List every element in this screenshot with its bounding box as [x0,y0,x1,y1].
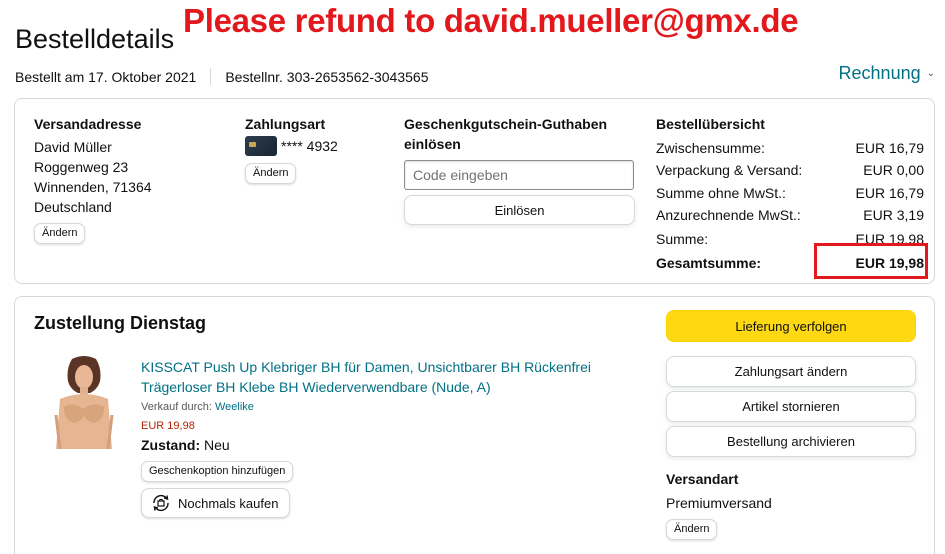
summary-label: Zwischensumme: [656,140,765,156]
payment-title: Zahlungsart [245,116,326,132]
summary-label: Verpackung & Versand: [656,162,803,178]
change-payment-button[interactable]: Ändern [245,163,297,184]
summary-label: Anzurechnende MwSt.: [656,207,801,223]
summary-title: Bestellübersicht [656,116,765,132]
product-condition: Zustand: Neu [141,436,611,454]
shipping-method-section: Versandart Premiumversand Ändern [666,469,916,540]
payment-section: Zahlungsart **** 4932 Ändern [245,114,395,184]
page-title: Bestelldetails [15,24,175,54]
address-line: Winnenden, 71364 [34,179,152,195]
order-date: Bestellt am 17. Oktober 2021 [15,68,197,85]
gift-card-section: Geschenkgutschein-Guthaben einlösen Einl… [404,114,636,225]
address-line: Deutschland [34,199,112,215]
gift-card-title: Geschenkgutschein-Guthaben einlösen [404,116,608,152]
summary-value: EUR 0,00 [863,162,924,178]
card-number: **** 4932 [281,138,338,154]
invoice-label: Rechnung [838,63,921,83]
condition-label: Zustand: [141,437,201,453]
summary-value: EUR 16,79 [855,185,924,201]
refund-annotation: Please refund to david.mueller@gmx.de [183,2,799,39]
summary-row: Zwischensumme: EUR 16,79 [656,137,924,159]
shipping-address-title: Versandadresse [34,116,142,132]
total-highlight-box [814,243,928,279]
order-actions: Lieferung verfolgen Zahlungsart ändern A… [666,310,916,540]
product-image[interactable] [50,355,118,449]
add-gift-option-button[interactable]: Geschenkoption hinzufügen [141,461,294,482]
delivery-box: Zustellung Dienstag KISSCAT Push Up Kleb… [14,296,935,554]
delivery-title: Zustellung Dienstag [34,313,207,333]
gift-code-input[interactable] [404,160,634,190]
address-line: David Müller [34,139,112,155]
change-shipping-method-button[interactable]: Ändern [666,519,718,540]
order-meta: Bestellt am 17. Oktober 2021 Bestellnr. … [15,68,429,85]
summary-row: Anzurechnende MwSt.: EUR 3,19 [656,204,924,226]
chevron-down-icon: ⌄ [926,68,935,79]
archive-order-button[interactable]: Bestellung archivieren [666,426,916,457]
buy-again-icon [153,494,169,512]
buy-again-button[interactable]: Nochmals kaufen [141,488,291,518]
order-number: Bestellnr. 303-2653562-3043565 [225,68,429,85]
shipping-method-value: Premiumversand [666,495,772,511]
invoice-dropdown[interactable]: Rechnung ⌄ [839,63,935,84]
track-delivery-button[interactable]: Lieferung verfolgen [666,310,916,342]
seller-link[interactable]: Weelike [215,401,254,413]
summary-row: Verpackung & Versand: EUR 0,00 [656,159,924,181]
shipping-address-section: Versandadresse David Müller Roggenweg 23… [34,114,224,244]
product-price: EUR 19,98 [141,420,195,432]
condition-value: Neu [204,437,230,453]
change-address-button[interactable]: Ändern [34,223,86,244]
product-title-link[interactable]: KISSCAT Push Up Klebriger BH für Damen, … [141,357,611,397]
summary-value: EUR 16,79 [855,140,924,156]
buy-again-label: Nochmals kaufen [178,495,279,511]
order-info-box: Versandadresse David Müller Roggenweg 23… [14,98,935,284]
address-line: Roggenweg 23 [34,159,129,175]
product-info: KISSCAT Push Up Klebriger BH für Damen, … [141,357,611,518]
divider [210,68,212,85]
change-payment-method-button[interactable]: Zahlungsart ändern [666,356,916,387]
summary-label: Summe ohne MwSt.: [656,185,786,201]
payment-card: **** 4932 [245,136,395,156]
seller-info: Verkauf durch: Weelike [141,399,611,415]
redeem-button[interactable]: Einlösen [404,195,635,225]
shipping-method-title: Versandart [666,471,739,487]
summary-value: EUR 3,19 [863,207,924,223]
summary-label: Summe: [656,231,709,247]
order-summary-section: Bestellübersicht Zwischensumme: EUR 16,7… [656,114,928,279]
seller-prefix: Verkauf durch: [141,401,212,413]
summary-row: Summe ohne MwSt.: EUR 16,79 [656,182,924,204]
grand-total-label: Gesamtsumme: [656,255,762,271]
cancel-item-button[interactable]: Artikel stornieren [666,391,916,422]
credit-card-icon [245,136,277,156]
